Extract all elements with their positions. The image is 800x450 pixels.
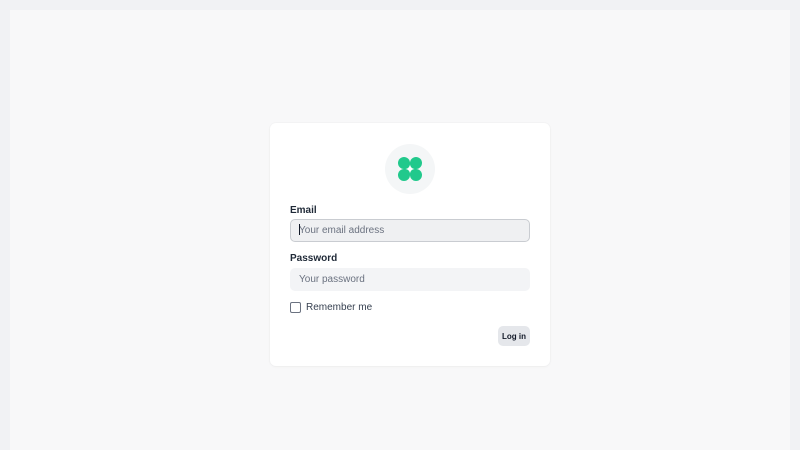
logo-badge [385,144,435,194]
email-label: Email [290,205,317,216]
remember-me-label: Remember me [306,302,373,313]
clover-logo-icon [398,157,422,181]
login-button[interactable]: Log in [498,326,530,346]
remember-me-checkbox[interactable] [290,302,301,313]
text-caret [299,224,300,235]
login-card: Email Password Remember me Log in [270,123,550,366]
remember-me-option[interactable]: Remember me [290,302,372,313]
email-input[interactable] [290,219,530,242]
password-input[interactable] [290,268,530,291]
page-background: Email Password Remember me Log in [10,10,790,450]
password-label: Password [290,253,338,264]
